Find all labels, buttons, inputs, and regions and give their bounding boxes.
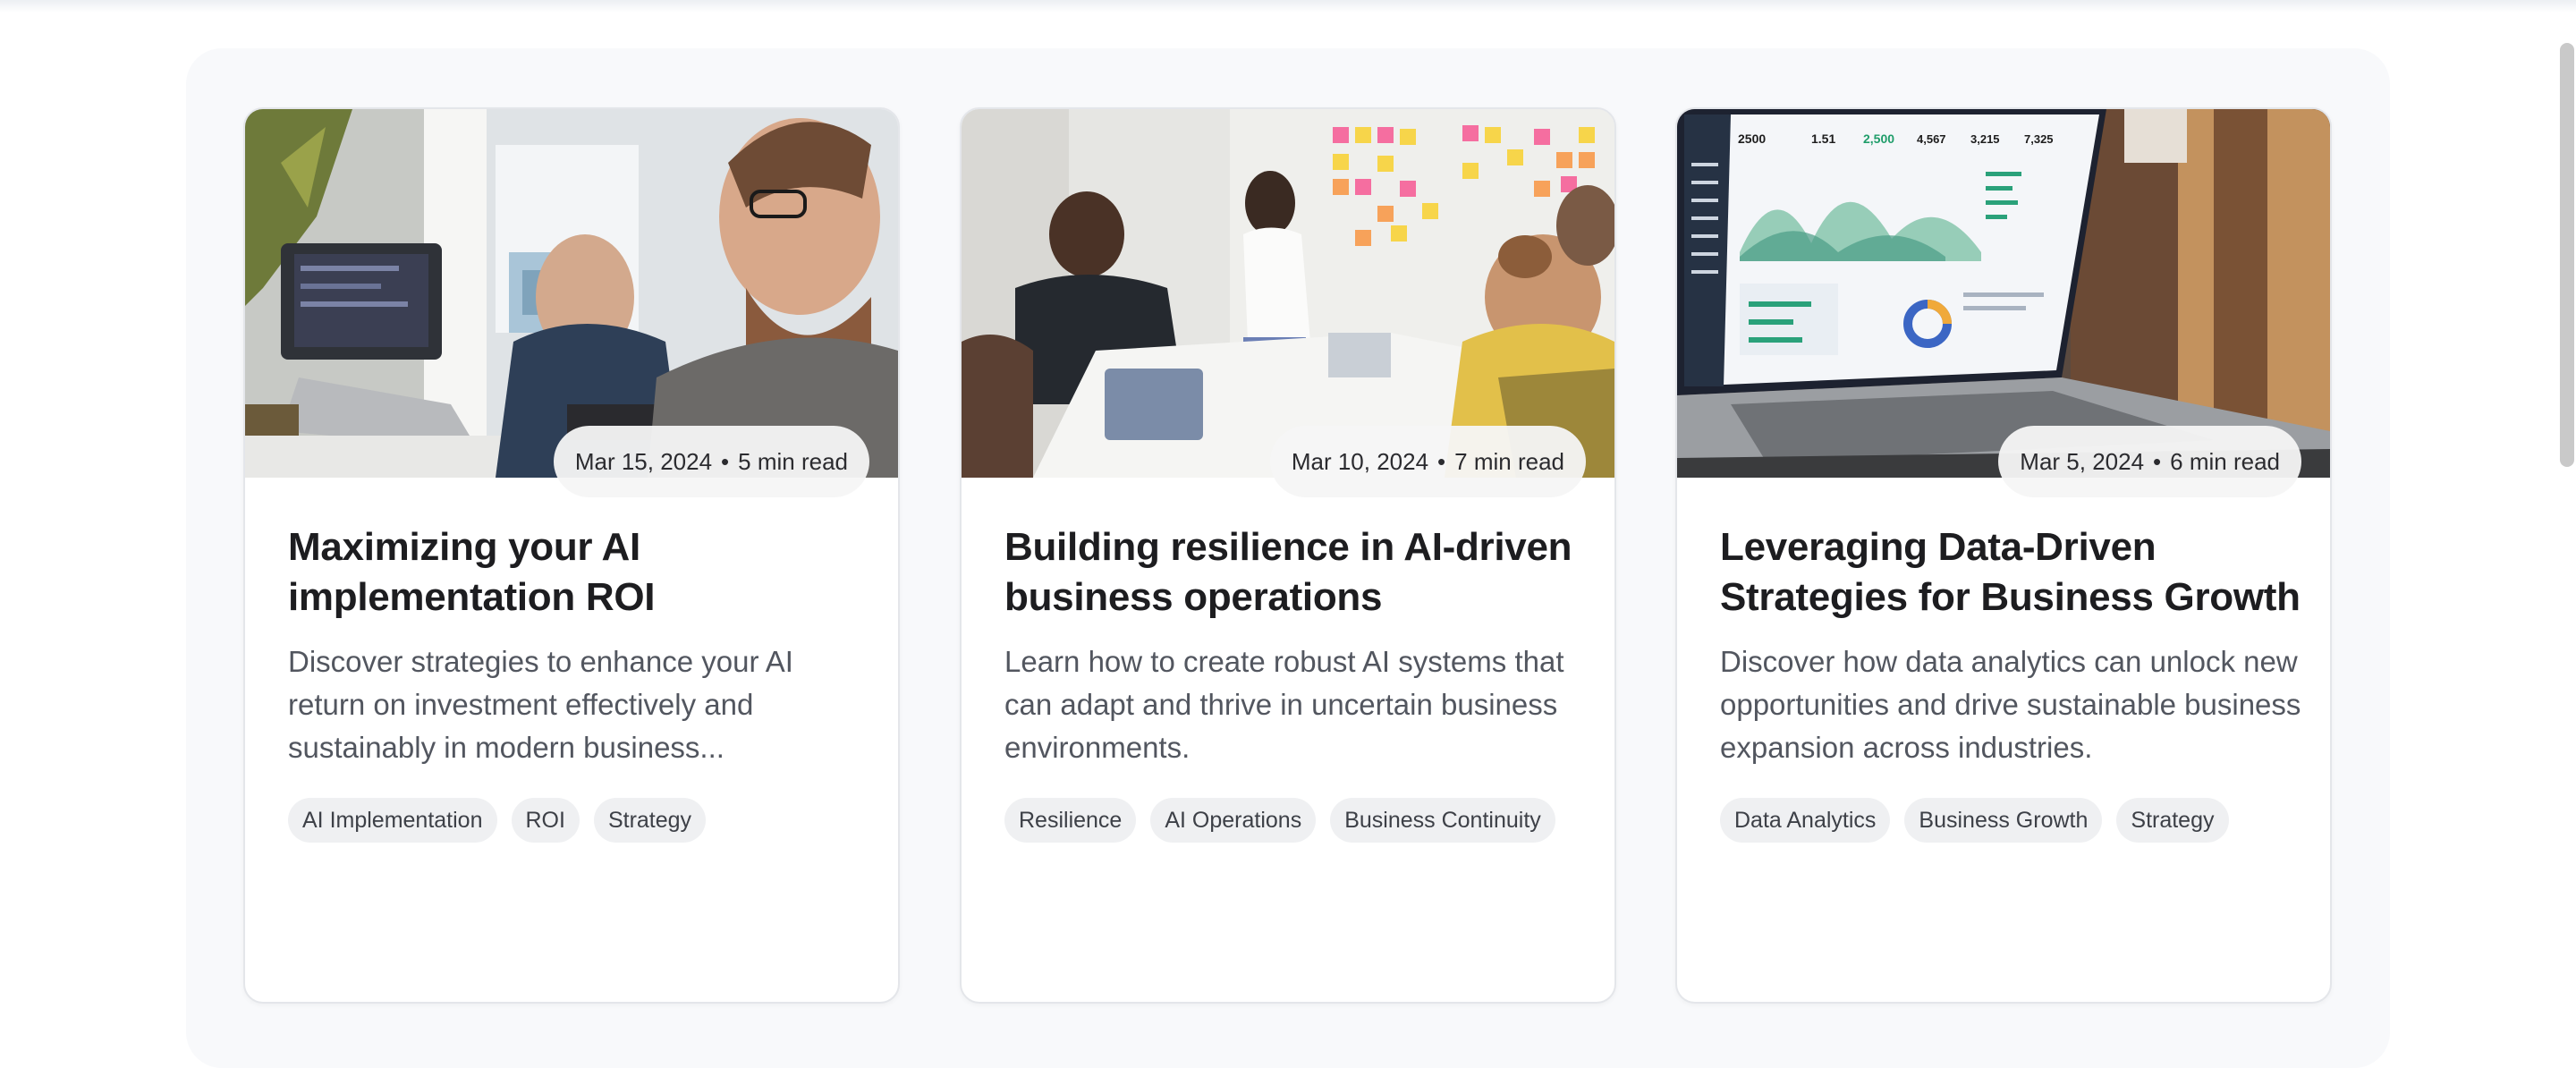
tag[interactable]: Resilience	[1004, 798, 1137, 843]
tag-list: Data Analytics Business Growth Strategy	[1720, 798, 2229, 843]
tag[interactable]: Strategy	[593, 798, 707, 843]
tag[interactable]: Data Analytics	[1720, 798, 1891, 843]
tag[interactable]: ROI	[511, 798, 580, 843]
dashboard-stat-6: 7,325	[2024, 132, 2054, 146]
meta-separator: •	[2153, 447, 2162, 475]
meta-separator: •	[721, 447, 730, 475]
post-description: Learn how to create robust AI systems th…	[1004, 645, 1564, 764]
tag[interactable]: AI Operations	[1150, 798, 1317, 843]
read-time: 6 min read	[2170, 447, 2280, 475]
blog-card[interactable]: Mar 15, 2024 • 5 min read Maximizing you…	[243, 107, 900, 1004]
laptop-analytics-dashboard-photo: 2500 1.51 2,500 4,567 3,215 7,325	[1677, 109, 2330, 478]
post-description: Discover strategies to enhance your AI r…	[288, 645, 793, 764]
dashboard-stat-5: 3,215	[1970, 132, 2000, 146]
dashboard-stat-2: 1.51	[1811, 131, 1835, 146]
post-date: Mar 15, 2024	[574, 447, 713, 475]
scrollbar-thumb[interactable]	[2560, 43, 2574, 467]
post-meta-badge: Mar 10, 2024 • 7 min read	[1269, 426, 1586, 497]
read-time: 7 min read	[1454, 447, 1564, 475]
office-developers-photo	[245, 109, 898, 478]
blog-card[interactable]: Mar 10, 2024 • 7 min read Building resil…	[960, 107, 1616, 1004]
post-description: Discover how data analytics can unlock n…	[1720, 645, 2301, 764]
post-title[interactable]: Leveraging Data-Driven Strategies for Bu…	[1720, 522, 2301, 623]
tag[interactable]: Strategy	[2116, 798, 2229, 843]
tag-list: Resilience AI Operations Business Contin…	[1004, 798, 1555, 843]
post-title[interactable]: Building resilience in AI-driven busines…	[1004, 522, 1586, 623]
tag-list: AI Implementation ROI Strategy	[288, 798, 707, 843]
tag[interactable]: Business Continuity	[1330, 798, 1555, 843]
dashboard-stat-4: 4,567	[1917, 132, 1946, 146]
header-shadow	[0, 0, 2576, 13]
post-meta-badge: Mar 15, 2024 • 5 min read	[553, 426, 869, 497]
meta-separator: •	[1437, 447, 1446, 475]
blog-posts-section: Mar 15, 2024 • 5 min read Maximizing you…	[186, 48, 2390, 1068]
post-title[interactable]: Maximizing your AI implementation ROI	[288, 522, 869, 623]
tag[interactable]: Business Growth	[1904, 798, 2103, 843]
post-date: Mar 10, 2024	[1291, 447, 1429, 475]
post-date: Mar 5, 2024	[2020, 447, 2145, 475]
dashboard-stat-1: 2500	[1738, 131, 1766, 146]
team-meeting-sticky-notes-photo	[962, 109, 1614, 478]
dashboard-stat-3: 2,500	[1863, 131, 1894, 146]
read-time: 5 min read	[738, 447, 848, 475]
post-meta-badge: Mar 5, 2024 • 6 min read	[1998, 426, 2301, 497]
blog-card[interactable]: 2500 1.51 2,500 4,567 3,215 7,325 Mar 5,…	[1675, 107, 2332, 1004]
tag[interactable]: AI Implementation	[288, 798, 497, 843]
